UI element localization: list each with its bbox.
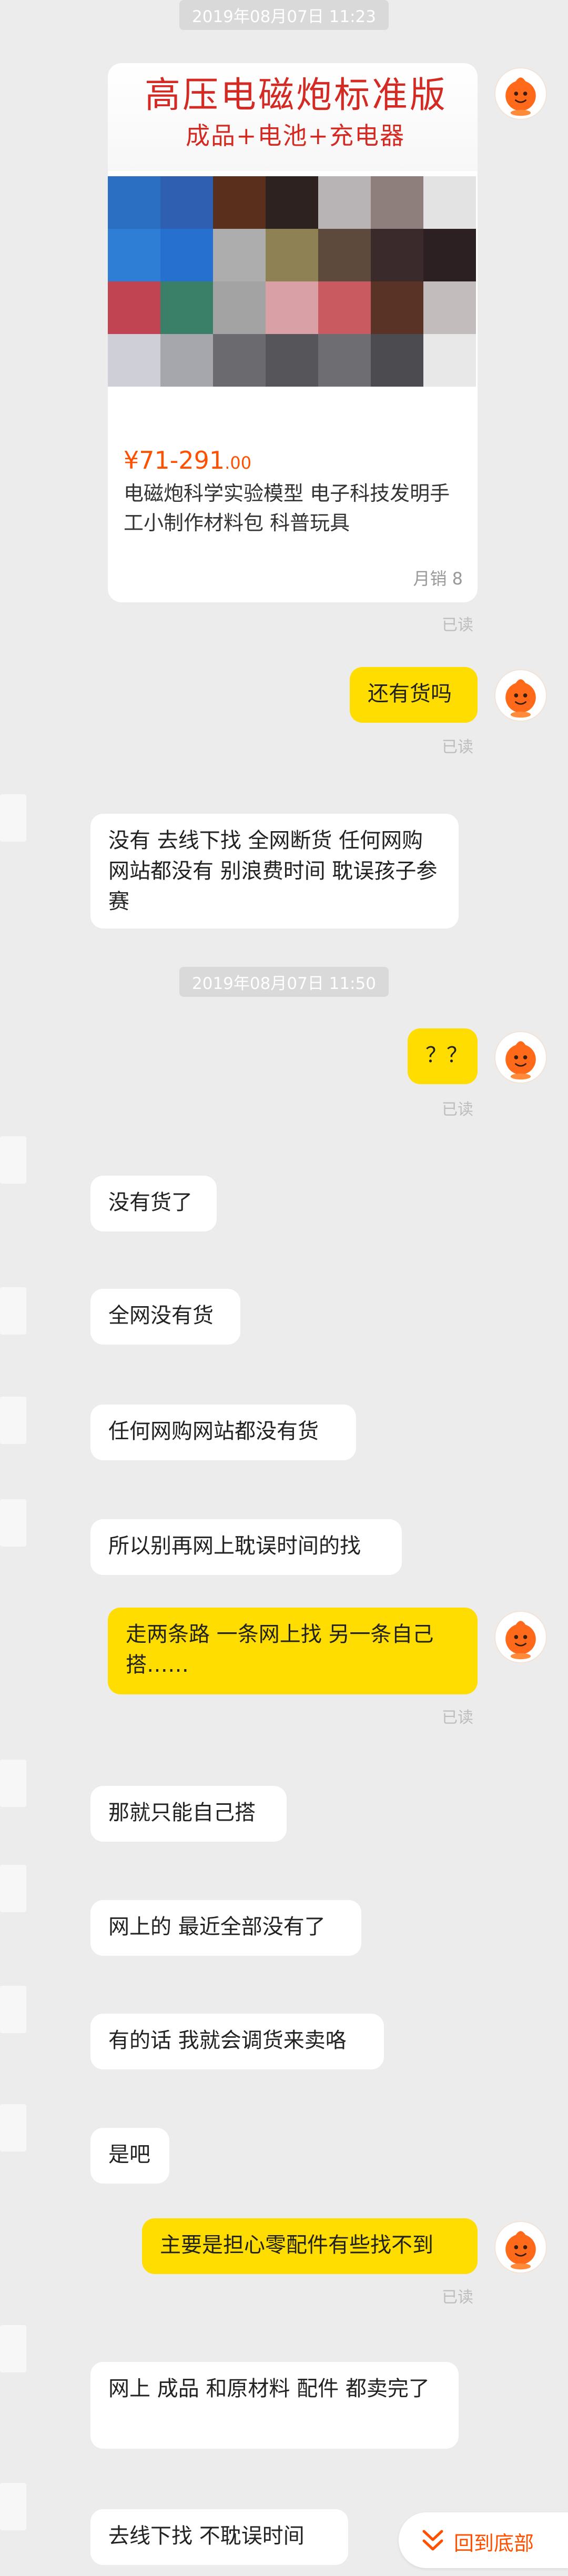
- sender-avatar-hidden: [0, 1499, 26, 1547]
- user-avatar[interactable]: [494, 1611, 547, 1663]
- sender-avatar-hidden: [0, 1986, 26, 2033]
- timestamp: 2019年08月07日 11:50: [179, 967, 389, 997]
- message-bubble-incoming: 全网没有货: [90, 1289, 240, 1345]
- sender-avatar-hidden: [0, 1397, 26, 1444]
- message-bubble-incoming: 去线下找 不耽误时间: [90, 2509, 348, 2565]
- message-bubble-incoming: 所以别再网上耽误时间的找: [90, 1519, 402, 1575]
- message-bubble-incoming: 是吧: [90, 2128, 169, 2184]
- double-chevron-down-icon: [420, 2524, 446, 2558]
- product-banner-subtitle: 成品+电池+充电器: [186, 122, 405, 150]
- message-bubble-incoming: 网上 成品 和原材料 配件 都卖完了: [90, 2362, 459, 2449]
- message-bubble-outgoing: 走两条路 一条网上找 另一条自己搭……: [108, 1608, 478, 1694]
- read-receipt: 已读: [442, 1709, 473, 1727]
- user-avatar[interactable]: [494, 2221, 547, 2274]
- back-to-bottom-label: 回到底部: [454, 2532, 534, 2555]
- read-receipt: 已读: [442, 1100, 473, 1119]
- timestamp: 2019年08月07日 11:23: [179, 0, 389, 30]
- user-avatar[interactable]: [494, 669, 547, 722]
- sender-avatar-hidden: [0, 1865, 26, 1912]
- sender-avatar-hidden: [0, 1760, 26, 1807]
- message-bubble-outgoing: ？？: [408, 1028, 478, 1084]
- user-avatar[interactable]: [494, 1031, 547, 1084]
- message-bubble-incoming: 没有货了: [90, 1176, 217, 1231]
- sender-avatar-hidden: [0, 2325, 26, 2372]
- read-receipt: 已读: [442, 738, 473, 756]
- product-name: 电磁炮科学实验模型 电子科技发明手工小制作材料包 科普玩具: [124, 482, 450, 534]
- message-bubble-incoming: 网上的 最近全部没有了: [90, 1900, 361, 1956]
- read-receipt: 已读: [442, 2288, 473, 2307]
- message-bubble-incoming: 那就只能自己搭: [90, 1786, 287, 1842]
- message-bubble-outgoing: 主要是担心零配件有些找不到: [142, 2218, 478, 2274]
- user-avatar[interactable]: [494, 67, 547, 120]
- message-bubble-incoming: 任何网购网站都没有货: [90, 1405, 356, 1460]
- product-sales: 月销 8: [413, 569, 463, 589]
- message-bubble-outgoing: 还有货吗: [350, 667, 478, 723]
- sender-avatar-hidden: [0, 2483, 26, 2530]
- read-receipt: 已读: [442, 616, 473, 634]
- product-image-mosaic: [108, 176, 478, 460]
- product-banner-title: 高压电磁炮标准版: [145, 75, 448, 116]
- sender-avatar-hidden: [0, 1287, 26, 1335]
- product-price: ¥71-291.00: [124, 446, 252, 474]
- product-card[interactable]: 高压电磁炮标准版 成品+电池+充电器 ¥71-291.00 电磁炮科学实验模型 …: [108, 63, 478, 602]
- sender-avatar-hidden: [0, 2104, 26, 2151]
- message-bubble-incoming: 有的话 我就会调货来卖咯: [90, 2014, 384, 2069]
- product-banner: 高压电磁炮标准版 成品+电池+充电器: [108, 63, 478, 171]
- back-to-bottom-button[interactable]: 回到底部: [399, 2512, 568, 2568]
- sender-avatar-hidden: [0, 1136, 26, 1184]
- sender-avatar-hidden: [0, 794, 26, 842]
- message-bubble-incoming: 没有 去线下找 全网断货 任何网购网站都没有 别浪费时间 耽误孩子参赛: [90, 814, 459, 928]
